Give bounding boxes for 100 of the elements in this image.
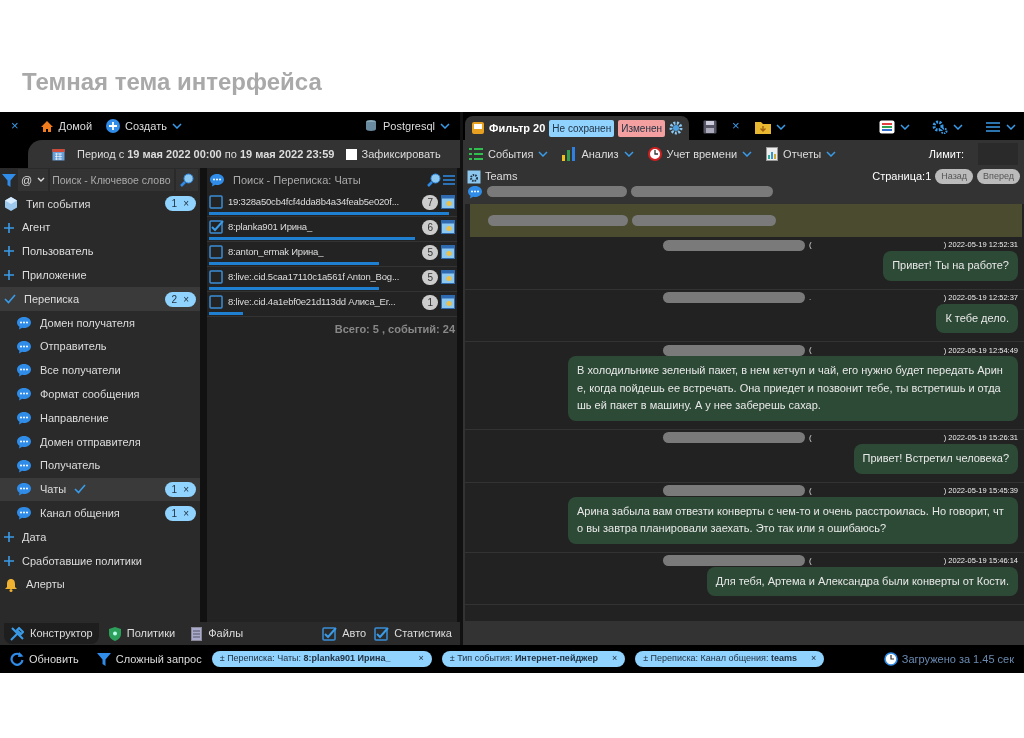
item-label: Сработавшие политики: [22, 553, 142, 569]
list-icon: [469, 148, 483, 160]
search-field[interactable]: Поиск - Ключевое слово: [50, 169, 174, 191]
open-button[interactable]: [754, 120, 786, 134]
caret-icon[interactable]: [171, 123, 182, 129]
tree-item[interactable]: Чаты 1 ×: [0, 477, 200, 502]
checkbox[interactable]: [209, 269, 225, 285]
chat-icon: [16, 387, 32, 402]
chat-name[interactable]: 8:live:.cid.4a1ebf0e21d113dd Алиса_Er...: [228, 294, 396, 310]
tree-item[interactable]: Сработавшие политики: [0, 548, 200, 573]
caret-icon[interactable]: [623, 151, 634, 157]
menu-button[interactable]: События: [469, 145, 549, 163]
refresh-button[interactable]: Обновить: [10, 650, 79, 668]
checkbox-checked[interactable]: [322, 625, 339, 642]
checkbox[interactable]: [209, 244, 225, 260]
close-button[interactable]: ×: [10, 115, 20, 137]
checkbox-label[interactable]: Авто: [322, 625, 367, 642]
tree-item[interactable]: Переписка 2 ×: [0, 287, 200, 311]
count-badge[interactable]: 1 ×: [164, 505, 196, 521]
menu-button[interactable]: Анализ: [562, 145, 634, 163]
filter-tab[interactable]: Фильтр 20 Не сохранен Изменен: [465, 116, 690, 140]
chat-name[interactable]: 8:planka901 Ирина_: [228, 219, 313, 235]
gear-icon[interactable]: [669, 121, 684, 135]
database-button[interactable]: Postgresql: [364, 117, 450, 135]
caret-icon[interactable]: [1006, 124, 1016, 130]
plus-icon: [4, 246, 14, 257]
chat-name[interactable]: 19:328a50cb4fcf4dda8b4a34feab5e020f...: [228, 194, 399, 210]
filter-chip[interactable]: ± Переписка: Канал общения: teams ×: [635, 651, 825, 667]
caret-icon[interactable]: [538, 151, 549, 157]
caret-icon[interactable]: [440, 123, 450, 129]
clear-icon[interactable]: ×: [418, 652, 424, 666]
menu-button[interactable]: Учет времени: [647, 145, 753, 163]
file-icon: [191, 626, 203, 641]
tab[interactable]: Конструктор: [4, 623, 99, 644]
calendar-icon[interactable]: [441, 245, 455, 259]
filter-chip[interactable]: ± Переписка: Чаты: 8:planka901 Ирина_ ×: [211, 651, 432, 667]
caret-icon[interactable]: [826, 151, 837, 157]
tree-item[interactable]: Направление: [0, 406, 200, 430]
tree-item[interactable]: Домен получателя: [0, 311, 200, 335]
checkbox-label[interactable]: Статистика: [374, 625, 452, 642]
close-button[interactable]: ×: [731, 114, 741, 136]
toolbar-button[interactable]: [879, 120, 910, 134]
tree-item[interactable]: Все получатели: [0, 358, 200, 383]
calendar-icon[interactable]: [441, 220, 455, 234]
calendar-icon[interactable]: [441, 270, 455, 284]
clear-icon[interactable]: ×: [611, 652, 618, 666]
count-badge[interactable]: 1 ×: [164, 481, 196, 497]
menu-button[interactable]: [443, 175, 455, 185]
tree-item[interactable]: Формат сообщения: [0, 382, 200, 407]
checkbox[interactable]: [209, 194, 225, 210]
checkbox-checked[interactable]: [209, 219, 225, 235]
chat-icon: [209, 173, 225, 187]
calendar-icon[interactable]: [441, 195, 455, 209]
chat-icon: [467, 184, 483, 199]
tree-item[interactable]: Отправитель: [0, 334, 200, 359]
clear-icon[interactable]: ×: [183, 291, 189, 307]
save-icon[interactable]: [703, 120, 718, 134]
chat-name[interactable]: 8:anton_ermak Ирина_: [228, 244, 324, 260]
clear-icon[interactable]: ×: [183, 505, 189, 521]
create-button[interactable]: Создать: [106, 117, 182, 135]
toolbar-button[interactable]: [932, 120, 963, 134]
tree-item[interactable]: Получатель: [0, 453, 200, 478]
calendar-icon: [52, 147, 65, 161]
folder-icon: [754, 120, 771, 134]
filter-chip[interactable]: ± Тип события: Интернет-пейджер ×: [441, 651, 626, 667]
tree-item[interactable]: Приложение: [0, 263, 200, 288]
chat-icon: [16, 339, 32, 354]
caret-icon[interactable]: [775, 124, 786, 130]
tree-item[interactable]: Пользователь: [0, 239, 200, 264]
chat-name[interactable]: 8:live:.cid.5caa17110c1a561f Anton_Bog...: [228, 269, 400, 285]
clear-icon[interactable]: ×: [810, 652, 817, 666]
tree-item[interactable]: Агент: [0, 215, 200, 240]
fix-checkbox[interactable]: Зафиксировать: [346, 145, 441, 163]
status-badge: Изменен: [618, 119, 666, 137]
caret-icon[interactable]: [900, 124, 910, 130]
home-button[interactable]: Домой: [39, 117, 93, 135]
tree-item[interactable]: Дата: [0, 525, 200, 549]
caret-icon[interactable]: [742, 151, 753, 157]
tab[interactable]: Политики: [102, 623, 182, 644]
count-badge[interactable]: 1 ×: [164, 196, 196, 212]
tree-item[interactable]: Алерты: [0, 572, 200, 597]
count-badge[interactable]: 2 ×: [164, 291, 196, 307]
caret-icon[interactable]: [953, 124, 963, 130]
menu-button[interactable]: Отчеты: [766, 145, 837, 163]
clear-icon[interactable]: ×: [183, 481, 189, 497]
search-button[interactable]: [176, 169, 198, 191]
tree-item[interactable]: Домен отправителя: [0, 429, 200, 454]
search-button[interactable]: [427, 173, 441, 187]
checkbox[interactable]: [209, 294, 225, 310]
tree-item[interactable]: Тип события 1 ×: [0, 192, 200, 216]
filter-icon: [2, 173, 16, 187]
query-button[interactable]: Сложный запрос: [96, 650, 202, 668]
chat-icon: [16, 458, 32, 473]
tab[interactable]: Файлы: [185, 623, 250, 644]
tree-item[interactable]: Канал общения 1 ×: [0, 501, 200, 526]
calendar-icon[interactable]: [441, 295, 455, 309]
item-label: Домен получателя: [40, 315, 135, 331]
prefix-dropdown[interactable]: @: [18, 169, 49, 191]
checkbox-checked[interactable]: [374, 625, 391, 642]
clear-icon[interactable]: ×: [183, 196, 189, 212]
